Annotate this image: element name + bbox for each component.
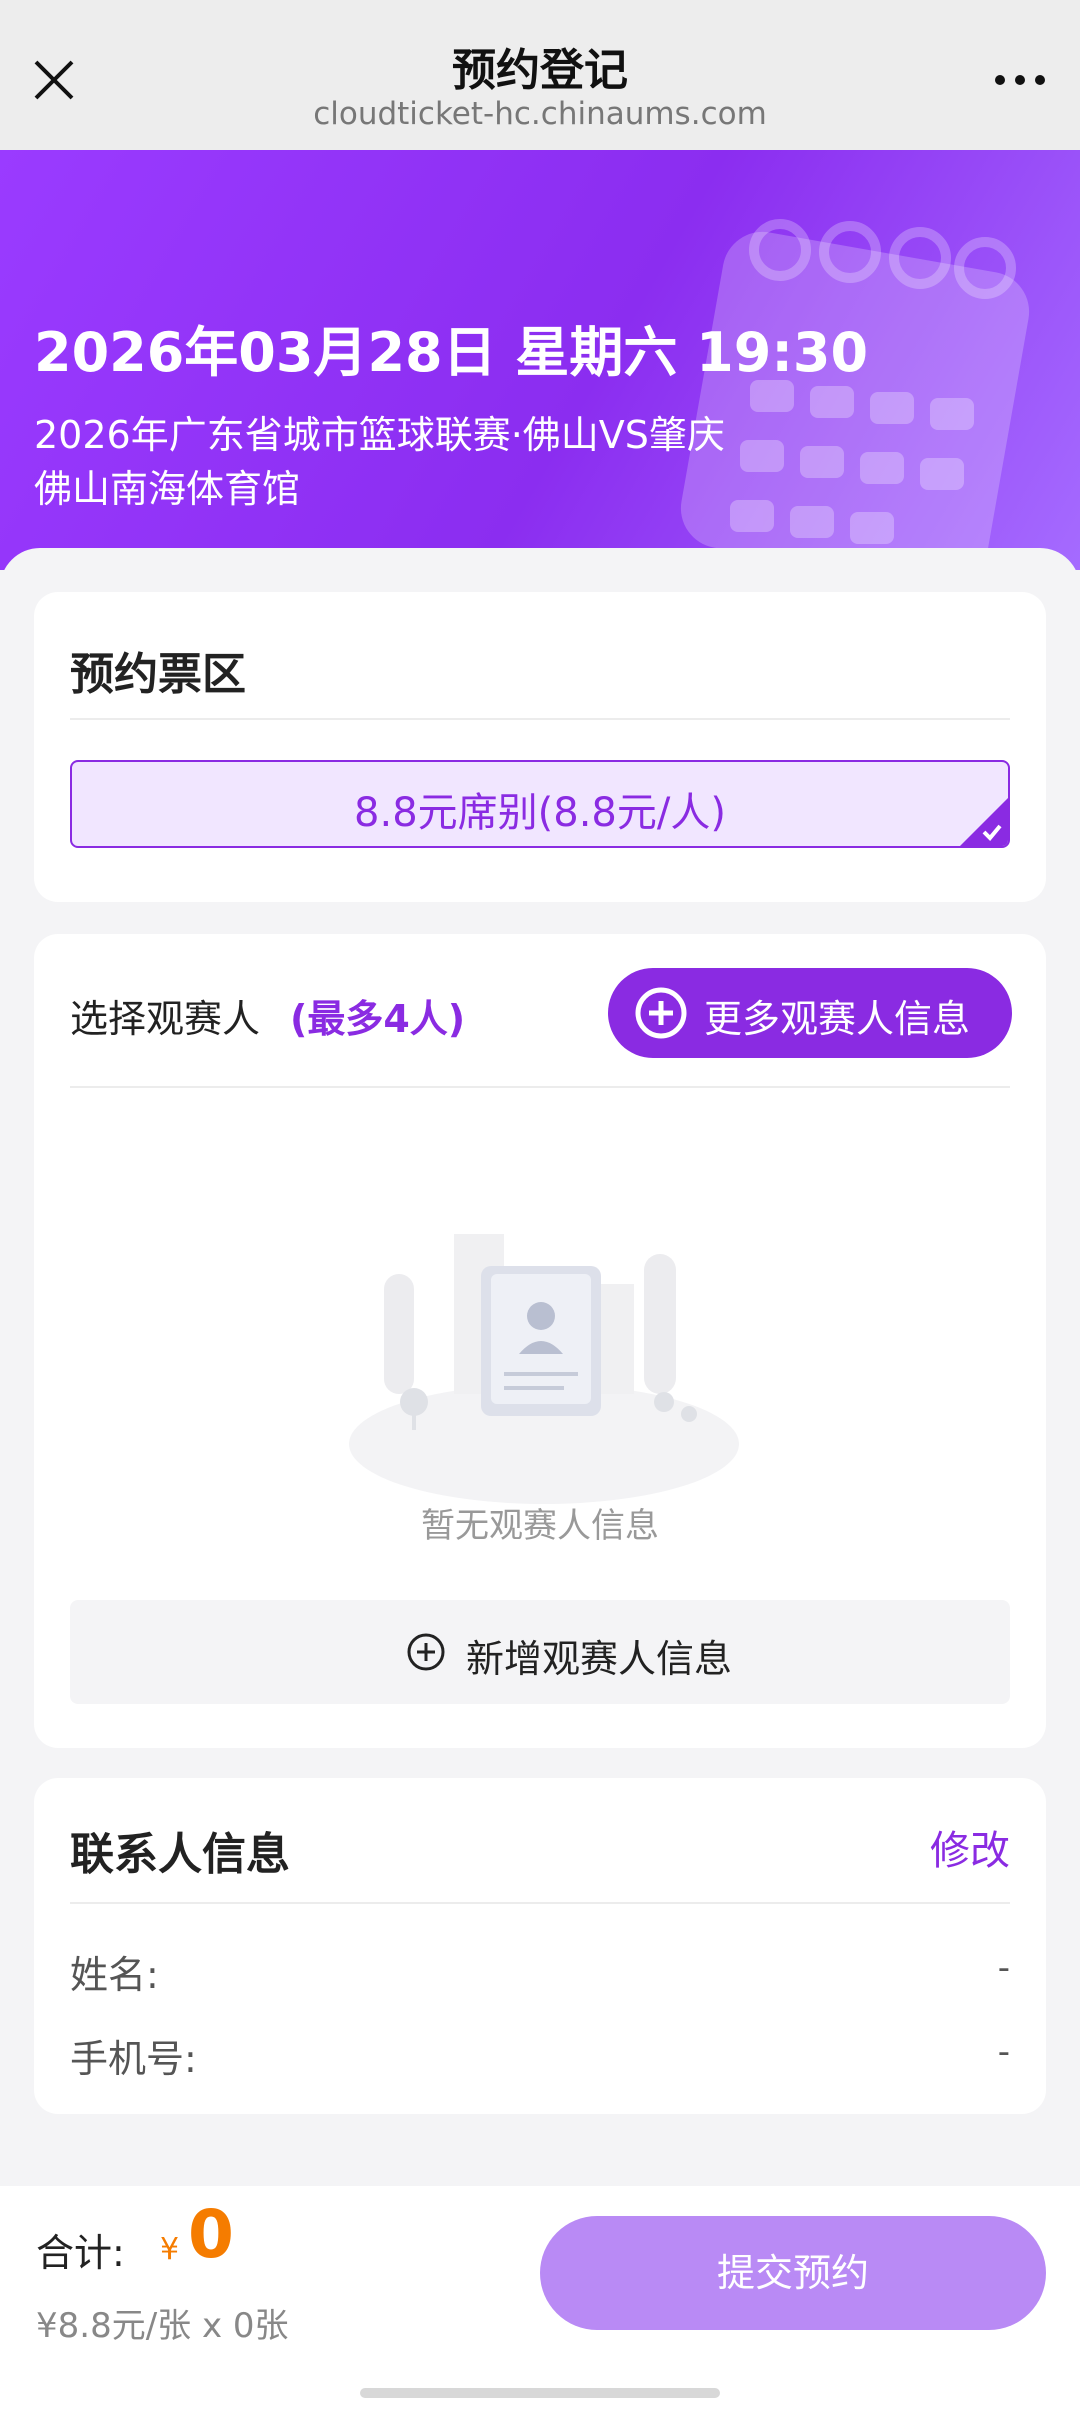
more-horizontal-icon[interactable] <box>994 68 1046 92</box>
contact-phone-label: 手机号: <box>70 2037 197 2081</box>
total-label: 合计: <box>36 2231 125 2275</box>
empty-id-card-illustration-icon <box>349 1234 739 1504</box>
viewer-max-note: (最多4人) <box>290 997 466 1041</box>
more-viewers-label: 更多观赛人信息 <box>704 997 971 1041</box>
page-url: cloudticket-hc.chinaums.com <box>313 96 767 132</box>
contact-card: 联系人信息 修改 姓名: - 手机号: - <box>34 1778 1046 2114</box>
add-viewer-label: 新增观赛人信息 <box>466 1637 733 1681</box>
more-viewers-button[interactable]: 更多观赛人信息 <box>608 968 1012 1058</box>
plus-circle-icon <box>407 1633 445 1671</box>
bottom-action-bar: 合计: ¥ 0 ¥8.8元/张 x 0张 提交预约 <box>0 2186 1080 2419</box>
edit-contact-link[interactable]: 修改 <box>930 1818 1010 1876</box>
ticket-option-selected[interactable]: 8.8元席别(8.8元/人) <box>70 760 1010 848</box>
ticket-zone-card: 预约票区 8.8元席别(8.8元/人) <box>34 592 1046 902</box>
plus-circle-icon <box>635 987 687 1039</box>
divider <box>70 1086 1010 1088</box>
empty-viewer-text: 暂无观赛人信息 <box>421 1506 659 1546</box>
home-indicator <box>360 2388 720 2398</box>
contact-title: 联系人信息 <box>70 1829 290 1880</box>
ticket-zone-title: 预约票区 <box>70 649 246 700</box>
contact-phone-value: - <box>997 2032 1010 2072</box>
contact-name-label: 姓名: <box>70 1953 159 1997</box>
viewer-card: 选择观赛人 (最多4人) 更多观赛人信息 暂无观赛人信息 新增观赛人信息 <box>34 934 1046 1748</box>
event-venue: 佛山南海体育馆 <box>34 467 301 511</box>
contact-name-value: - <box>997 1948 1010 1988</box>
page-title: 预约登记 <box>452 45 628 96</box>
add-viewer-button[interactable]: 新增观赛人信息 <box>70 1600 1010 1704</box>
event-name: 2026年广东省城市篮球联赛·佛山VS肇庆 <box>34 413 725 457</box>
submit-reservation-button[interactable]: 提交预约 <box>540 2216 1046 2330</box>
divider <box>70 718 1010 720</box>
event-datetime: 2026年03月28日 星期六 19:30 <box>34 321 869 384</box>
currency-symbol: ¥ <box>160 2232 180 2267</box>
viewer-section-title: 选择观赛人 <box>70 997 261 1041</box>
navigation-bar: 预约登记 cloudticket-hc.chinaums.com <box>0 0 1080 150</box>
check-corner-icon <box>960 798 1008 846</box>
unit-price-description: ¥8.8元/张 x 0张 <box>36 2306 289 2346</box>
ticket-option-label: 8.8元席别(8.8元/人) <box>354 790 726 836</box>
total-value: 0 <box>188 2196 234 2273</box>
divider <box>70 1902 1010 1904</box>
event-hero: 2026年03月28日 星期六 19:30 2026年广东省城市篮球联赛·佛山V… <box>0 150 1080 570</box>
